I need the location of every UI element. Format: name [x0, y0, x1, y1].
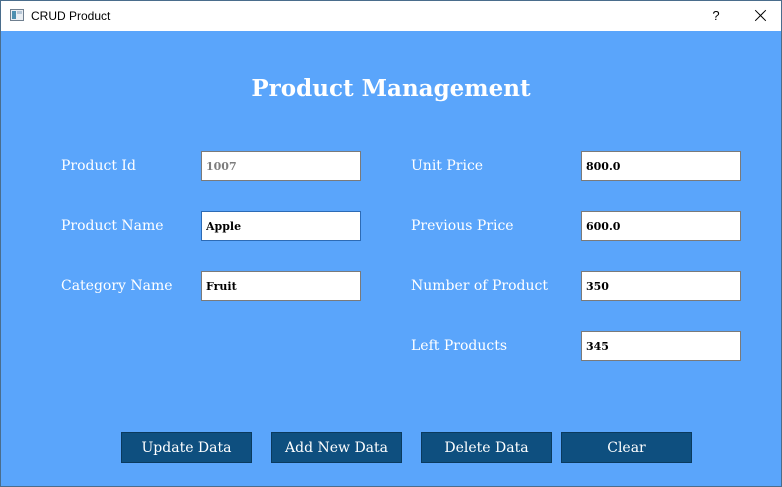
- close-icon[interactable]: [737, 1, 781, 31]
- window-title: CRUD Product: [31, 9, 111, 23]
- title-bar: CRUD Product ?: [1, 1, 781, 31]
- app-window: CRUD Product ? Product Management Produc…: [0, 0, 782, 487]
- page-title: Product Management: [251, 75, 531, 102]
- product-id-label: Product Id: [61, 158, 136, 174]
- product-name-label: Product Name: [61, 218, 164, 234]
- previous-price-label: Previous Price: [411, 218, 514, 234]
- app-window-icon: [10, 9, 24, 21]
- help-button[interactable]: ?: [701, 1, 731, 31]
- number-of-product-label: Number of Product: [411, 278, 548, 294]
- delete-data-button[interactable]: Delete Data: [421, 432, 552, 463]
- previous-price-field[interactable]: [581, 211, 741, 241]
- unit-price-label: Unit Price: [411, 158, 484, 174]
- category-name-field[interactable]: [201, 271, 361, 301]
- product-name-field[interactable]: [201, 211, 361, 241]
- product-id-field[interactable]: [201, 151, 361, 181]
- add-new-data-button[interactable]: Add New Data: [271, 432, 402, 463]
- category-name-label: Category Name: [61, 278, 173, 294]
- left-products-field[interactable]: [581, 331, 741, 361]
- unit-price-field[interactable]: [581, 151, 741, 181]
- update-data-button[interactable]: Update Data: [121, 432, 252, 463]
- clear-button[interactable]: Clear: [561, 432, 692, 463]
- number-of-product-field[interactable]: [581, 271, 741, 301]
- left-products-label: Left Products: [411, 338, 508, 354]
